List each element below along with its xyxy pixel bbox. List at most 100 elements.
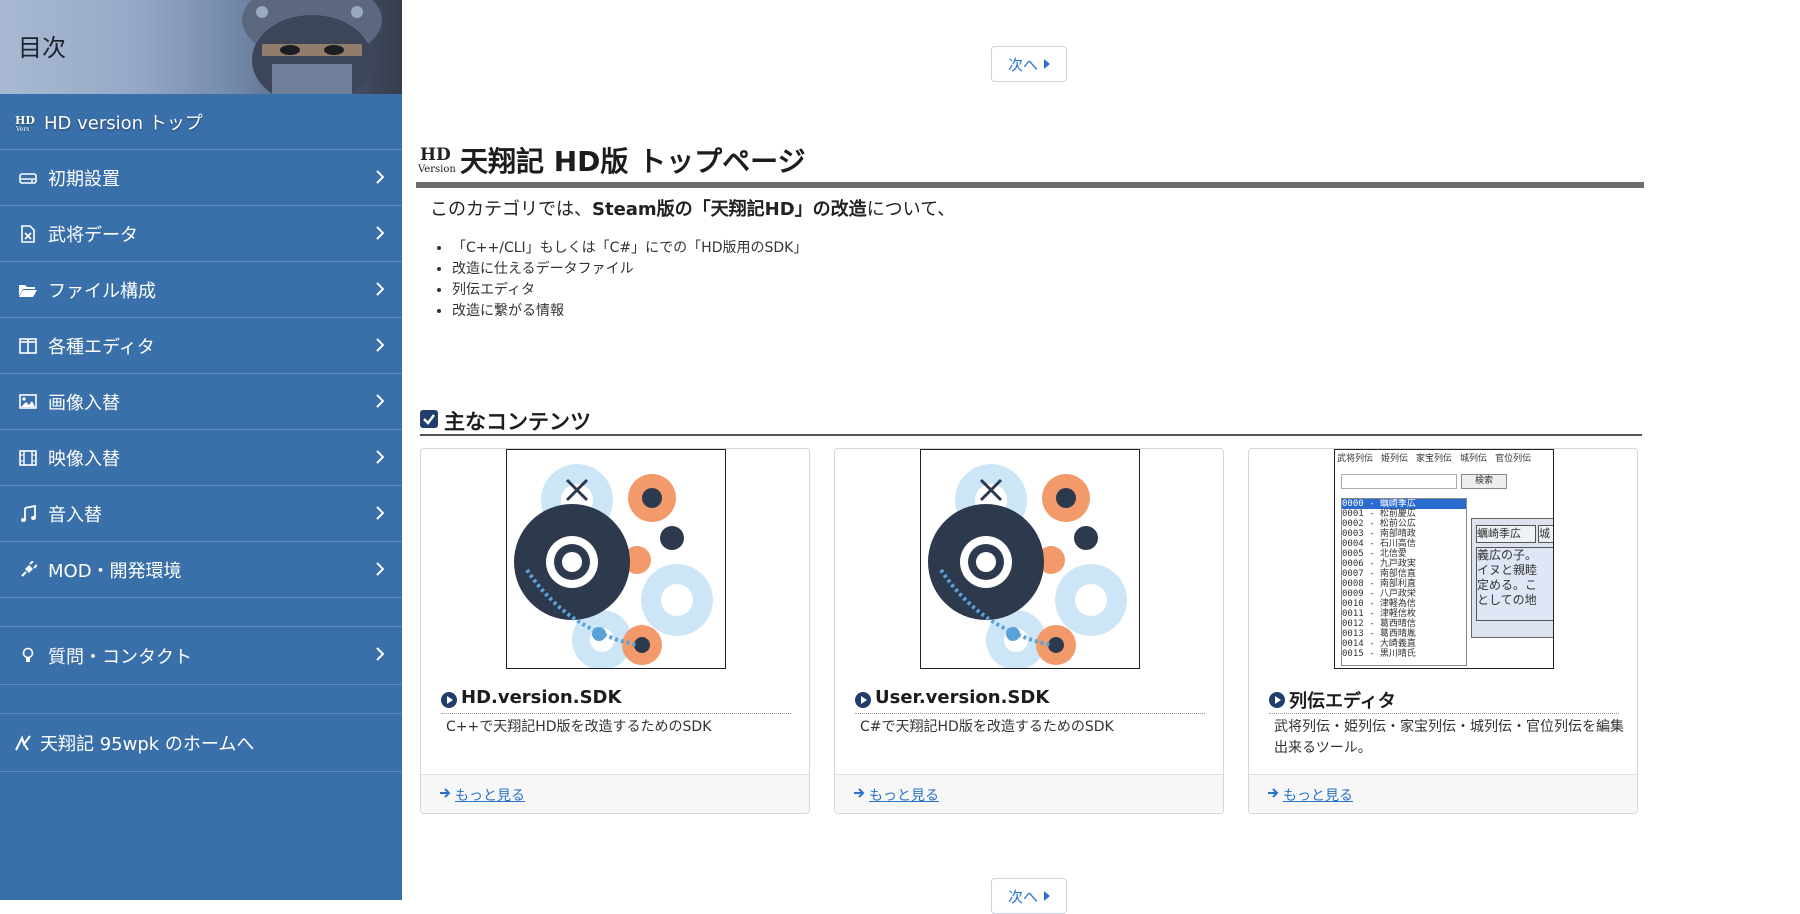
sidebar-item-file-structure[interactable]: ファイル構成 xyxy=(0,262,402,318)
section-heading: 主なコンテンツ xyxy=(420,404,1642,436)
list-item: 0011 - 津軽信枚 xyxy=(1342,609,1416,619)
sidebar-divider xyxy=(0,685,402,714)
card-title[interactable]: User.version.SDK xyxy=(855,687,1205,714)
svg-text:Version: Version xyxy=(418,164,456,174)
sidebar-item-busho-data[interactable]: 武将データ xyxy=(0,206,402,262)
arrow-circle-right-icon xyxy=(441,692,457,708)
card-footer: もっと見る xyxy=(835,774,1223,813)
samurai-header-art xyxy=(242,0,382,94)
editor-tabs: 武将列伝 姫列伝 家宝列伝 城列伝 官位列伝 xyxy=(1337,454,1532,464)
more-link[interactable]: もっと見る xyxy=(455,785,525,805)
chevron-right-icon xyxy=(376,647,384,661)
chevron-right-icon xyxy=(376,450,384,464)
list-item: 0012 - 葛西晴信 xyxy=(1342,619,1416,629)
hd-logo-icon: HD Vers xyxy=(14,112,38,132)
sidebar: 目次 HD Vers HD version トップ 初期設置 武将データ ファイル… xyxy=(0,0,402,900)
content-card-retsuden-editor[interactable]: 武将列伝 姫列伝 家宝列伝 城列伝 官位列伝 検索 0000 - 蠣崎季広 00… xyxy=(1248,448,1638,814)
sidebar-item-label: MOD・開発環境 xyxy=(48,560,182,582)
gears-thumbnail xyxy=(506,449,726,669)
page-title-text: 天翔記 HD版 トップページ xyxy=(460,145,806,178)
plug-icon xyxy=(18,560,38,580)
sidebar-item-label: 武将データ xyxy=(48,224,138,246)
hd-version-logo-icon: HD Version xyxy=(418,145,456,174)
editor-detail-panel: 蠣崎季広 城 義広の子。 イヌと親睦 定める。こ としての地 xyxy=(1471,518,1553,638)
next-button-top[interactable]: 次へ xyxy=(991,46,1067,82)
sidebar-item-editors[interactable]: 各種エディタ xyxy=(0,318,402,374)
list-item: 列伝エディタ xyxy=(452,280,807,301)
caret-right-icon xyxy=(1044,59,1050,69)
card-title[interactable]: HD.version.SDK xyxy=(441,687,791,714)
list-item: 「C++/CLI」もしくは「C#」にでの「HD版用のSDK」 xyxy=(452,238,807,259)
sidebar-item-label: HD version トップ xyxy=(44,112,203,134)
home-logo-icon xyxy=(14,733,34,753)
sidebar-item-video-replace[interactable]: 映像入替 xyxy=(0,430,402,486)
next-label: 次へ xyxy=(1007,887,1038,906)
editor-list: 0000 - 蠣崎季広 0001 - 松前慶広 0002 - 松前公広 0003… xyxy=(1341,498,1467,666)
folder-icon xyxy=(18,280,38,300)
editor-search-button: 検索 xyxy=(1461,474,1507,489)
list-item: 0009 - 八戸政栄 xyxy=(1342,589,1416,599)
music-icon xyxy=(18,504,38,524)
editor-search-input xyxy=(1341,474,1457,489)
svg-text:Vers: Vers xyxy=(15,126,29,132)
section-title: 主なコンテンツ xyxy=(444,410,591,434)
main-content: 次へ HD Version 天翔記 HD版 トップページ このカテゴリでは、St… xyxy=(402,0,1800,914)
image-icon xyxy=(18,392,38,412)
list-item: 0008 - 南部利直 xyxy=(1342,579,1416,589)
more-link[interactable]: もっと見る xyxy=(1283,785,1353,805)
sidebar-item-mod-dev[interactable]: MOD・開発環境 xyxy=(0,542,402,598)
chevron-right-icon xyxy=(376,338,384,352)
sidebar-item-hd-top[interactable]: HD Vers HD version トップ xyxy=(0,94,402,150)
list-item: 0007 - 南部信直 xyxy=(1342,569,1416,579)
content-card-hd-sdk[interactable]: HD.version.SDK C++で天翔記HD版を改造するためのSDK もっと… xyxy=(420,448,810,814)
lightbulb-icon xyxy=(18,646,38,666)
editor-screenshot: 武将列伝 姫列伝 家宝列伝 城列伝 官位列伝 検索 0000 - 蠣崎季広 00… xyxy=(1334,449,1554,669)
sidebar-item-label: 音入替 xyxy=(48,504,102,526)
list-item: 0013 - 葛西晴胤 xyxy=(1342,629,1416,639)
chevron-right-icon xyxy=(376,506,384,520)
card-description: 武将列伝・姫列伝・家宝列伝・城列伝・官位列伝を編集出来るツール。 xyxy=(1274,719,1624,756)
next-label: 次へ xyxy=(1007,55,1038,74)
film-icon xyxy=(18,448,38,468)
svg-text:HD: HD xyxy=(420,145,451,165)
editor-bio-box: 義広の子。 イヌと親睦 定める。こ としての地 xyxy=(1476,547,1553,621)
list-item: 改造に仕えるデータファイル xyxy=(452,259,807,280)
more-link[interactable]: もっと見る xyxy=(869,785,939,805)
list-item: 0001 - 松前慶広 xyxy=(1342,509,1416,519)
sidebar-item-sound-replace[interactable]: 音入替 xyxy=(0,486,402,542)
sidebar-item-home[interactable]: 天翔記 95wpk のホームへ xyxy=(0,714,402,772)
intro-text: このカテゴリでは、Steam版の「天翔記HD」の改造について、 xyxy=(430,199,956,220)
sidebar-item-label: 質問・コンタクト xyxy=(48,646,192,668)
sidebar-header: 目次 xyxy=(0,0,402,94)
list-item: 改造に繋がる情報 xyxy=(452,301,807,322)
list-item: 0006 - 九戸政実 xyxy=(1342,559,1416,569)
sidebar-item-contact[interactable]: 質問・コンタクト xyxy=(0,627,402,685)
columns-icon xyxy=(18,336,38,356)
checkbox-icon xyxy=(420,410,438,428)
sidebar-item-setup[interactable]: 初期設置 xyxy=(0,150,402,206)
list-item: 0003 - 南部晴政 xyxy=(1342,529,1416,539)
content-card-user-sdk[interactable]: User.version.SDK C#で天翔記HD版を改造するためのSDK もっ… xyxy=(834,448,1224,814)
gears-illustration-icon xyxy=(514,464,713,668)
editor-name-box: 蠣崎季広 xyxy=(1476,525,1536,543)
card-title[interactable]: 列伝エディタ xyxy=(1269,687,1619,714)
chevron-right-icon xyxy=(376,170,384,184)
sidebar-item-label: 初期設置 xyxy=(48,168,120,190)
next-button-bottom[interactable]: 次へ xyxy=(991,878,1067,914)
gears-illustration-icon xyxy=(928,464,1127,668)
sidebar-item-label: ファイル構成 xyxy=(48,280,156,302)
chevron-right-icon xyxy=(376,226,384,240)
drive-icon xyxy=(18,168,38,188)
chevron-right-icon xyxy=(376,394,384,408)
sidebar-item-image-replace[interactable]: 画像入替 xyxy=(0,374,402,430)
arrow-circle-right-icon xyxy=(855,692,871,708)
intro-bold: Steam版の「天翔記HD」の改造 xyxy=(592,199,867,220)
page-title: HD Version 天翔記 HD版 トップページ xyxy=(416,138,1644,188)
sidebar-title: 目次 xyxy=(18,34,66,62)
arrow-right-icon xyxy=(1268,788,1279,798)
sidebar-item-label: 映像入替 xyxy=(48,448,120,470)
arrow-right-icon xyxy=(854,788,865,798)
excel-file-icon xyxy=(18,224,38,244)
gears-thumbnail xyxy=(920,449,1140,669)
feature-list: 「C++/CLI」もしくは「C#」にでの「HD版用のSDK」 改造に仕えるデータ… xyxy=(430,238,807,322)
